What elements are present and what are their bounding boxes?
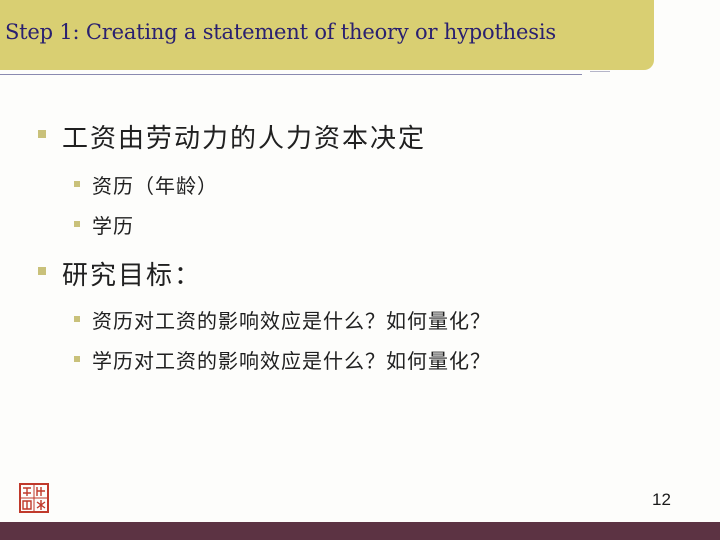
bullet-marker xyxy=(38,130,46,138)
sub-bullet-marker xyxy=(74,221,80,227)
sub-bullet-text: 学历 xyxy=(92,214,134,238)
footer-bar xyxy=(0,522,720,540)
title-underline-accent xyxy=(590,71,610,72)
slide-title: Step 1: Creating a statement of theory o… xyxy=(5,20,556,44)
seal-logo-icon xyxy=(19,483,49,513)
sub-bullet-text: 资历（年龄） xyxy=(92,174,218,198)
page-number: 12 xyxy=(652,490,671,509)
sub-bullet-text: 资历对工资的影响效应是什么？如何量化？ xyxy=(92,309,491,333)
bullet-marker xyxy=(38,267,46,275)
bullet-text: 工资由劳动力的人力资本决定 xyxy=(62,124,427,154)
sub-bullet-marker xyxy=(74,181,80,187)
sub-bullet-text: 学历对工资的影响效应是什么？如何量化？ xyxy=(92,349,491,373)
bullet-text: 研究目标： xyxy=(62,261,203,291)
sub-bullet-marker xyxy=(74,356,80,362)
title-bar: Step 1: Creating a statement of theory o… xyxy=(0,0,654,70)
title-underline xyxy=(0,74,582,75)
sub-bullet-marker xyxy=(74,316,80,322)
